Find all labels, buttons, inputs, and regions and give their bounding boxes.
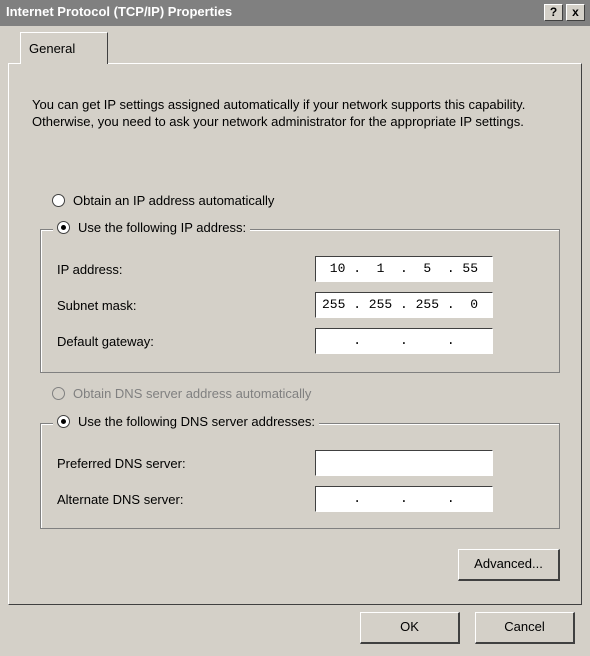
advanced-button[interactable]: Advanced... xyxy=(458,549,560,581)
radio-disabled-icon xyxy=(52,386,65,400)
use-following-ip-radio[interactable]: Use the following IP address: xyxy=(53,220,251,235)
dns-server-group: Use the following DNS server addresses: … xyxy=(40,414,560,529)
ok-button[interactable]: OK xyxy=(360,612,460,644)
cancel-button[interactable]: Cancel xyxy=(475,612,575,644)
ip-address-group: Use the following IP address: IP address… xyxy=(40,220,560,373)
subnet-mask-field[interactable]: 255 . 255 . 255 . 0 xyxy=(315,292,493,318)
window-title: Internet Protocol (TCP/IP) Properties xyxy=(6,4,233,19)
radio-selected-icon xyxy=(57,415,70,428)
title-bar[interactable]: Internet Protocol (TCP/IP) Properties ? … xyxy=(0,0,590,26)
subnet-mask-label: Subnet mask: xyxy=(57,298,137,313)
use-following-dns-radio[interactable]: Use the following DNS server addresses: xyxy=(53,414,319,429)
radio-selected-icon xyxy=(57,221,70,234)
alternate-dns-field[interactable]: . . . xyxy=(315,486,493,512)
preferred-dns-label: Preferred DNS server: xyxy=(57,456,186,471)
obtain-dns-auto-radio: Obtain DNS server address automatically xyxy=(52,384,311,402)
help-button[interactable]: ? xyxy=(544,4,563,21)
obtain-dns-auto-label: Obtain DNS server address automatically xyxy=(73,385,312,401)
obtain-ip-auto-radio[interactable]: Obtain an IP address automatically xyxy=(52,191,274,209)
description-text: You can get IP settings assigned automat… xyxy=(32,97,526,129)
default-gateway-label: Default gateway: xyxy=(57,334,154,349)
alternate-dns-label: Alternate DNS server: xyxy=(57,492,184,507)
obtain-ip-auto-label: Obtain an IP address automatically xyxy=(73,192,275,208)
tab-general-label: General xyxy=(29,41,76,56)
dialog-window: Internet Protocol (TCP/IP) Properties ? … xyxy=(0,0,590,656)
preferred-dns-field[interactable] xyxy=(315,450,493,476)
tab-general[interactable]: General xyxy=(20,32,108,64)
default-gateway-field[interactable]: . . . xyxy=(315,328,493,354)
ip-address-field[interactable]: 10 . 1 . 5 . 55 xyxy=(315,256,493,282)
use-following-dns-label: Use the following DNS server addresses: xyxy=(78,414,315,429)
use-following-ip-label: Use the following IP address: xyxy=(78,220,247,235)
close-button[interactable]: x xyxy=(566,4,585,21)
radio-icon xyxy=(52,193,65,207)
ip-address-label: IP address: xyxy=(57,262,123,277)
